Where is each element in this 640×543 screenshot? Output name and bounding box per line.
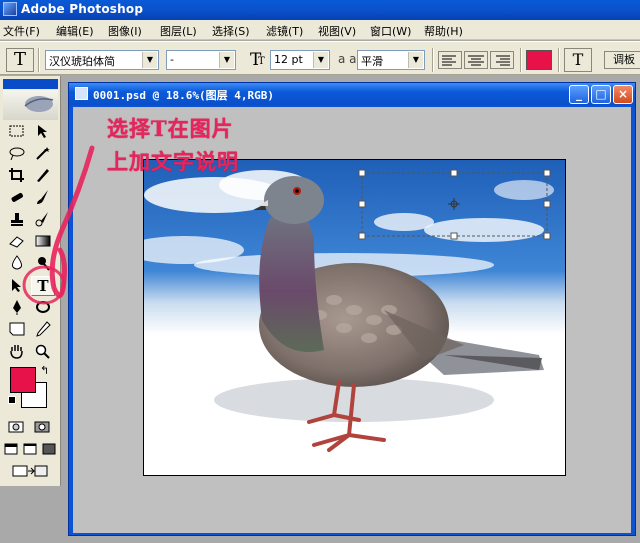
annotation-line-1: 选择T在图片 (107, 116, 234, 141)
annotation-line-2: 上加文字说明 (107, 149, 239, 174)
annotation-stroke (22, 145, 95, 305)
